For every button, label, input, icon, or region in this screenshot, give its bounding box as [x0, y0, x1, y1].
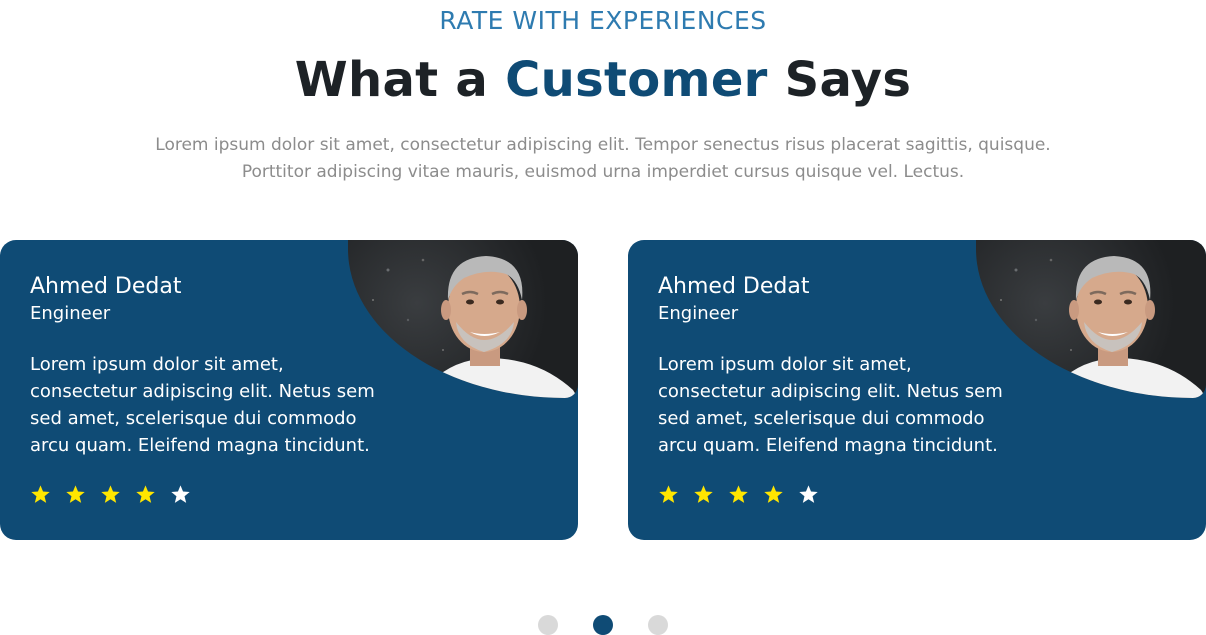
- testimonial-card: Ahmed Dedat Engineer Lorem ipsum dolor s…: [0, 240, 578, 540]
- customer-name: Ahmed Dedat: [30, 274, 182, 299]
- star-filled-icon: [31, 485, 50, 503]
- testimonial-quote: Lorem ipsum dolor sit amet, consectetur …: [30, 354, 375, 456]
- section-subtitle: Lorem ipsum dolor sit amet, consectetur …: [155, 135, 1051, 182]
- title-part2: Says: [767, 52, 912, 108]
- customer-name: Ahmed Dedat: [658, 274, 810, 299]
- star-rating: [658, 484, 819, 505]
- carousel-pagination: [0, 615, 1206, 635]
- title-accent: Customer: [505, 52, 768, 108]
- star-filled-icon: [101, 485, 120, 503]
- testimonial-quote: Lorem ipsum dolor sit amet, consectetur …: [658, 354, 1003, 456]
- section-eyebrow: RATE WITH EXPERIENCES: [439, 6, 767, 35]
- title-part1: What a: [294, 52, 506, 108]
- section-title: What a Customer Says: [0, 52, 1206, 108]
- customer-role: Engineer: [30, 303, 111, 324]
- star-empty-icon: [171, 485, 190, 503]
- star-filled-icon: [659, 485, 678, 503]
- star-filled-icon: [764, 485, 783, 503]
- star-filled-icon: [694, 485, 713, 503]
- pagination-dot[interactable]: [648, 615, 668, 635]
- star-filled-icon: [136, 485, 155, 503]
- pagination-dot[interactable]: [538, 615, 558, 635]
- star-filled-icon: [729, 485, 748, 503]
- testimonial-card: Ahmed Dedat Engineer Lorem ipsum dolor s…: [628, 240, 1206, 540]
- star-empty-icon: [799, 485, 818, 503]
- customer-role: Engineer: [658, 303, 739, 324]
- pagination-dot-active[interactable]: [593, 615, 613, 635]
- star-filled-icon: [66, 485, 85, 503]
- star-rating: [30, 484, 191, 505]
- testimonials-section: RATE WITH EXPERIENCES What a Customer Sa…: [0, 0, 1206, 635]
